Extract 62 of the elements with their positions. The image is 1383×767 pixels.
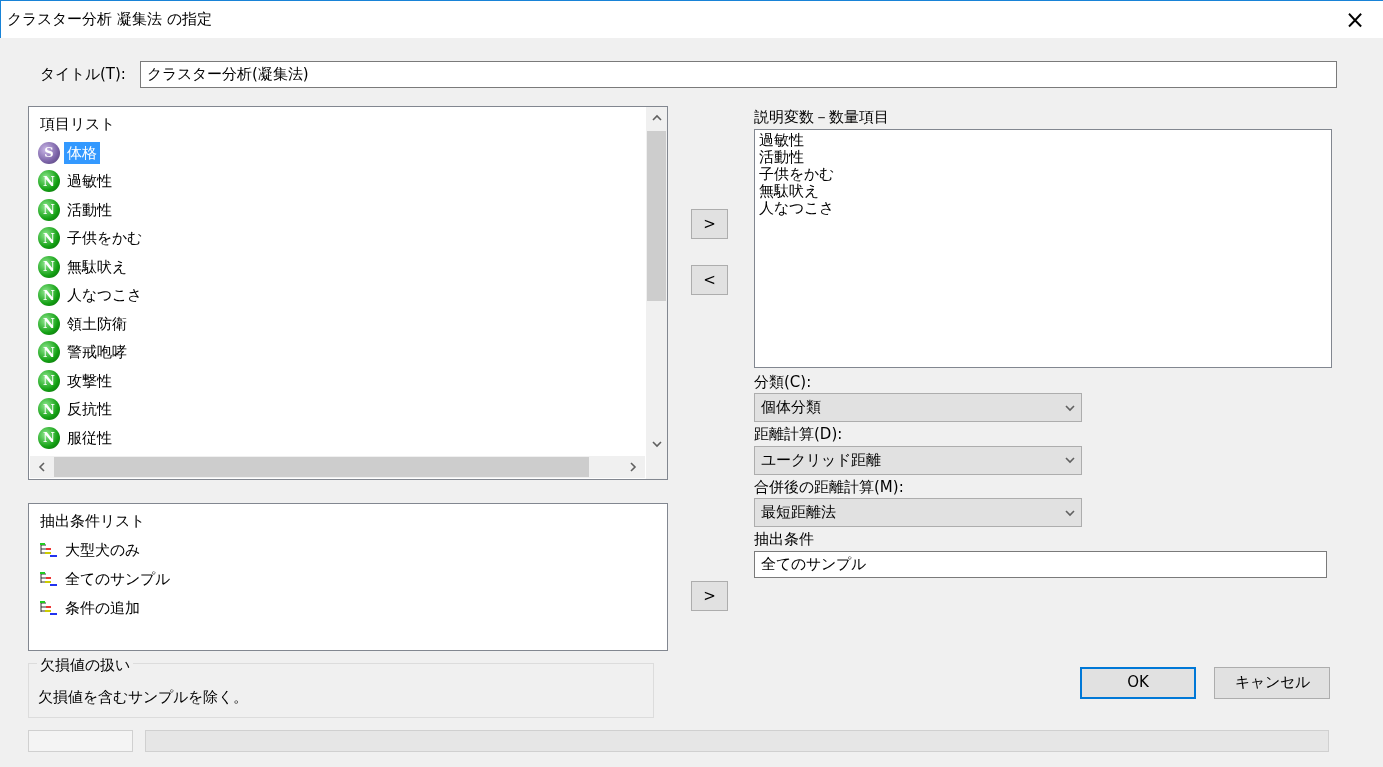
numeric-type-icon: N: [38, 341, 60, 364]
dropdown[interactable]: ユークリッド距離: [754, 445, 1082, 475]
list-item[interactable]: 大型犬のみ: [65, 538, 140, 562]
scroll-right-icon[interactable]: [628, 462, 638, 472]
window-title: クラスター分析 凝集法 の指定: [7, 9, 212, 31]
list-item[interactable]: 警戒咆哮: [64, 341, 130, 364]
list-item[interactable]: 服従性: [64, 426, 115, 449]
numeric-type-icon: N: [38, 426, 60, 449]
field-label: 抽出条件: [754, 529, 815, 550]
dropdown[interactable]: 個体分類: [754, 393, 1082, 422]
numeric-type-icon: N: [38, 227, 60, 250]
list-item[interactable]: 過敏性: [759, 131, 1327, 149]
list-item[interactable]: 反抗性: [64, 398, 115, 421]
list-item[interactable]: 子供をかむ: [64, 227, 145, 250]
vertical-scrollbar[interactable]: [646, 107, 667, 479]
group-text: 欠損値を含むサンプルを除く。: [38, 688, 248, 706]
horizontal-scrollbar[interactable]: [30, 456, 645, 478]
condition-field[interactable]: 全てのサンプル: [754, 550, 1327, 578]
chevron-down-icon[interactable]: [1065, 507, 1075, 518]
scroll-up-icon[interactable]: [651, 113, 662, 123]
list-header: 抽出条件リスト: [40, 511, 146, 532]
list-item[interactable]: 条件の追加: [65, 596, 140, 620]
dropdown[interactable]: 最短距離法: [754, 498, 1082, 527]
list-item[interactable]: 子供をかむ: [759, 165, 1327, 183]
field-label: 合併後の距離計算(M):: [754, 476, 905, 498]
numeric-type-icon: N: [38, 284, 60, 307]
dropdown-value: ユークリッド距離: [761, 449, 881, 471]
list-item[interactable]: 過敏性: [64, 170, 115, 193]
ok-button[interactable]: OK: [1080, 666, 1196, 699]
field-label: 分類(C):: [754, 371, 813, 393]
title-field[interactable]: クラスター分析(凝集法): [139, 61, 1337, 88]
scroll-left-icon[interactable]: [37, 462, 47, 472]
numeric-type-icon: N: [38, 369, 60, 392]
numeric-type-icon: N: [38, 398, 60, 421]
string-type-icon: S: [38, 141, 60, 164]
numeric-type-icon: N: [38, 198, 60, 221]
numeric-type-icon: N: [38, 170, 60, 193]
close-button[interactable]: ×: [1333, 1, 1377, 38]
chevron-down-icon[interactable]: [1065, 455, 1075, 465]
chevron-down-icon[interactable]: [1065, 402, 1075, 413]
scroll-down-icon[interactable]: [651, 439, 662, 449]
list-item[interactable]: 無駄吠え: [759, 182, 1327, 200]
remove-button[interactable]: <: [691, 265, 728, 295]
list-item[interactable]: 活動性: [759, 148, 1327, 166]
field-label: 距離計算(D):: [754, 424, 844, 445]
field-label: 説明変数－数量項目: [754, 107, 890, 128]
add-button[interactable]: >: [691, 209, 728, 239]
numeric-type-icon: N: [38, 312, 60, 335]
numeric-type-icon: N: [38, 255, 60, 278]
list-header: 項目リスト: [40, 114, 116, 135]
list-item[interactable]: 無駄吠え: [64, 255, 130, 278]
condition-add-button[interactable]: >: [691, 581, 728, 611]
list-item[interactable]: 全てのサンプル: [65, 567, 170, 591]
list-item[interactable]: 人なつこさ: [759, 199, 1327, 217]
list-item[interactable]: 領土防衛: [64, 312, 130, 335]
list-item[interactable]: 人なつこさ: [64, 284, 145, 307]
dropdown-value: 個体分類: [761, 397, 821, 419]
cancel-button[interactable]: キャンセル: [1214, 666, 1330, 699]
title-label: タイトル(T):: [40, 64, 126, 86]
dropdown-value: 最短距離法: [761, 502, 836, 524]
list-item[interactable]: 攻撃性: [64, 369, 115, 392]
list-item[interactable]: 活動性: [64, 198, 115, 221]
